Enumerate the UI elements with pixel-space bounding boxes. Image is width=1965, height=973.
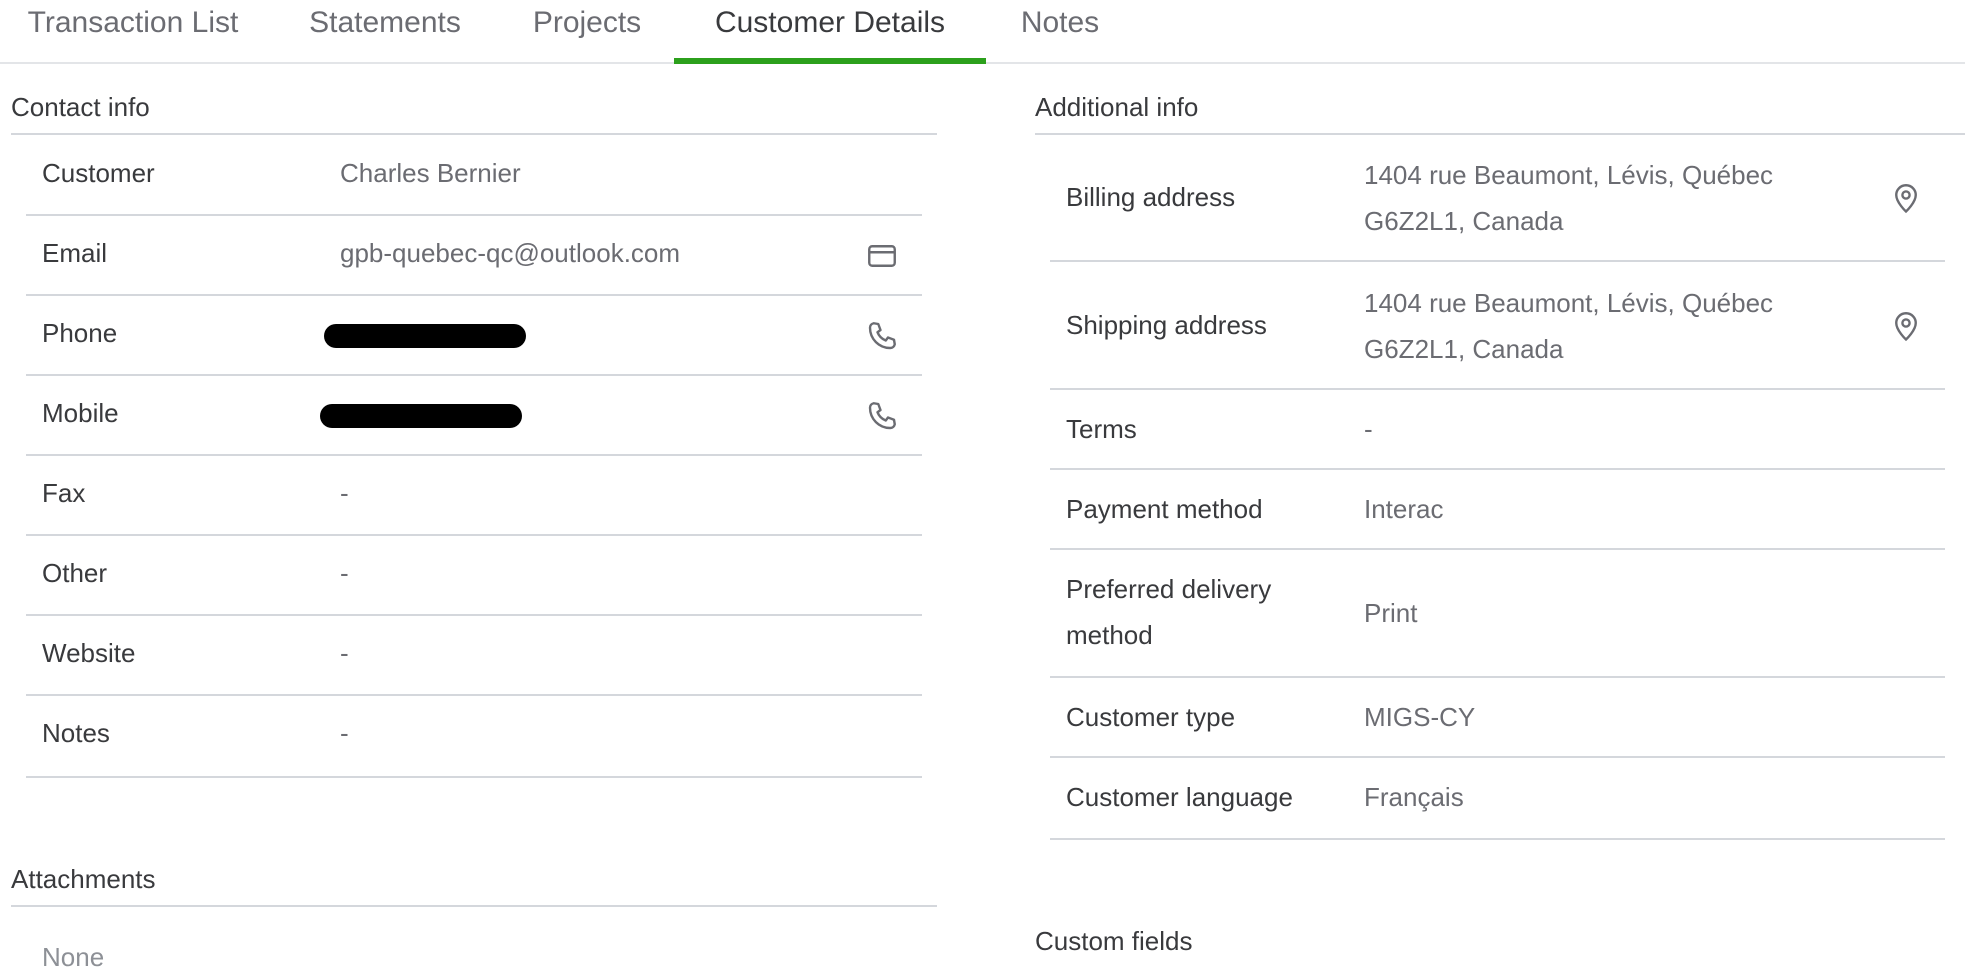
tab-notes[interactable]: Notes	[1014, 0, 1106, 64]
row-value: -	[1364, 414, 1373, 444]
contact-row-customer: Customer Charles Bernier	[26, 134, 922, 216]
address-line-1: 1404 rue Beaumont, Lévis, Québec	[1364, 288, 1774, 318]
row-label: Fax	[42, 478, 86, 508]
contact-row-phone: Phone	[26, 296, 922, 376]
tab-transaction-list[interactable]: Transaction List	[22, 0, 244, 64]
row-label: Other	[42, 558, 108, 588]
row-label: Customer language	[1066, 782, 1293, 812]
additional-row-customer-type: Customer type MIGS-CY	[1050, 678, 1945, 758]
label-line-2: method	[1066, 620, 1153, 650]
contact-row-website: Website -	[26, 616, 922, 696]
address-line-2: G6Z2L1, Canada	[1364, 206, 1564, 236]
tab-customer-details[interactable]: Customer Details	[674, 0, 986, 64]
row-label: Mobile	[42, 398, 119, 428]
row-value: -	[340, 478, 349, 508]
address-line-1: 1404 rue Beaumont, Lévis, Québec	[1364, 160, 1774, 190]
map-pin-icon[interactable]	[1888, 308, 1924, 344]
attachments-heading: Attachments	[11, 864, 156, 894]
tab-statements[interactable]: Statements	[304, 0, 466, 64]
phone-icon[interactable]	[864, 398, 900, 434]
row-label: Payment method	[1066, 494, 1263, 524]
additional-row-shipping-address: Shipping address 1404 rue Beaumont, Lévi…	[1050, 262, 1945, 390]
row-label: Customer	[42, 158, 155, 188]
row-label: Preferred delivery method	[1066, 566, 1271, 658]
row-label: Billing address	[1066, 182, 1236, 212]
additional-info-heading: Additional info	[1035, 92, 1199, 122]
row-label: Terms	[1066, 414, 1137, 444]
row-value: 1404 rue Beaumont, Lévis, Québec G6Z2L1,…	[1364, 280, 1773, 372]
row-value: -	[340, 558, 349, 588]
contact-row-email: Email gpb-quebec-qc@outlook.com	[26, 216, 922, 296]
attachments-empty: None	[42, 942, 105, 972]
redacted-phone	[324, 324, 526, 348]
row-value: Français	[1364, 782, 1464, 812]
row-value: Charles Bernier	[340, 158, 521, 188]
address-line-2: G6Z2L1, Canada	[1364, 334, 1564, 364]
row-value: Print	[1364, 598, 1418, 628]
mail-icon[interactable]	[864, 238, 900, 274]
tab-bar: Transaction List Statements Projects Cus…	[0, 0, 1965, 64]
row-value: -	[340, 638, 349, 668]
tab-projects[interactable]: Projects	[528, 0, 646, 64]
row-label: Shipping address	[1066, 310, 1267, 340]
map-pin-icon[interactable]	[1888, 180, 1924, 216]
contact-row-other: Other -	[26, 536, 922, 616]
row-value: MIGS-CY	[1364, 702, 1476, 732]
row-value: -	[340, 718, 349, 748]
redacted-mobile	[320, 404, 522, 428]
row-label: Website	[42, 638, 136, 668]
additional-row-payment-method: Payment method Interac	[1050, 470, 1945, 550]
custom-fields-heading: Custom fields	[1035, 926, 1193, 956]
label-line-1: Preferred delivery	[1066, 574, 1272, 604]
contact-row-fax: Fax -	[26, 456, 922, 536]
contact-row-notes: Notes -	[26, 696, 922, 778]
attachments-divider	[11, 905, 937, 907]
row-label: Notes	[42, 718, 110, 748]
contact-info-heading: Contact info	[11, 92, 150, 122]
row-label: Email	[42, 238, 108, 268]
row-value: Interac	[1364, 494, 1444, 524]
additional-row-terms: Terms -	[1050, 390, 1945, 470]
additional-row-billing-address: Billing address 1404 rue Beaumont, Lévis…	[1050, 134, 1945, 262]
additional-row-customer-language: Customer language Français	[1050, 758, 1945, 840]
row-value: gpb-quebec-qc@outlook.com	[340, 238, 681, 268]
row-value: 1404 rue Beaumont, Lévis, Québec G6Z2L1,…	[1364, 152, 1773, 244]
additional-row-delivery-method: Preferred delivery method Print	[1050, 550, 1945, 678]
row-label: Customer type	[1066, 702, 1236, 732]
customer-details-page: Transaction List Statements Projects Cus…	[0, 0, 1965, 972]
contact-row-mobile: Mobile	[26, 376, 922, 456]
phone-icon[interactable]	[864, 318, 900, 354]
row-label: Phone	[42, 318, 118, 348]
